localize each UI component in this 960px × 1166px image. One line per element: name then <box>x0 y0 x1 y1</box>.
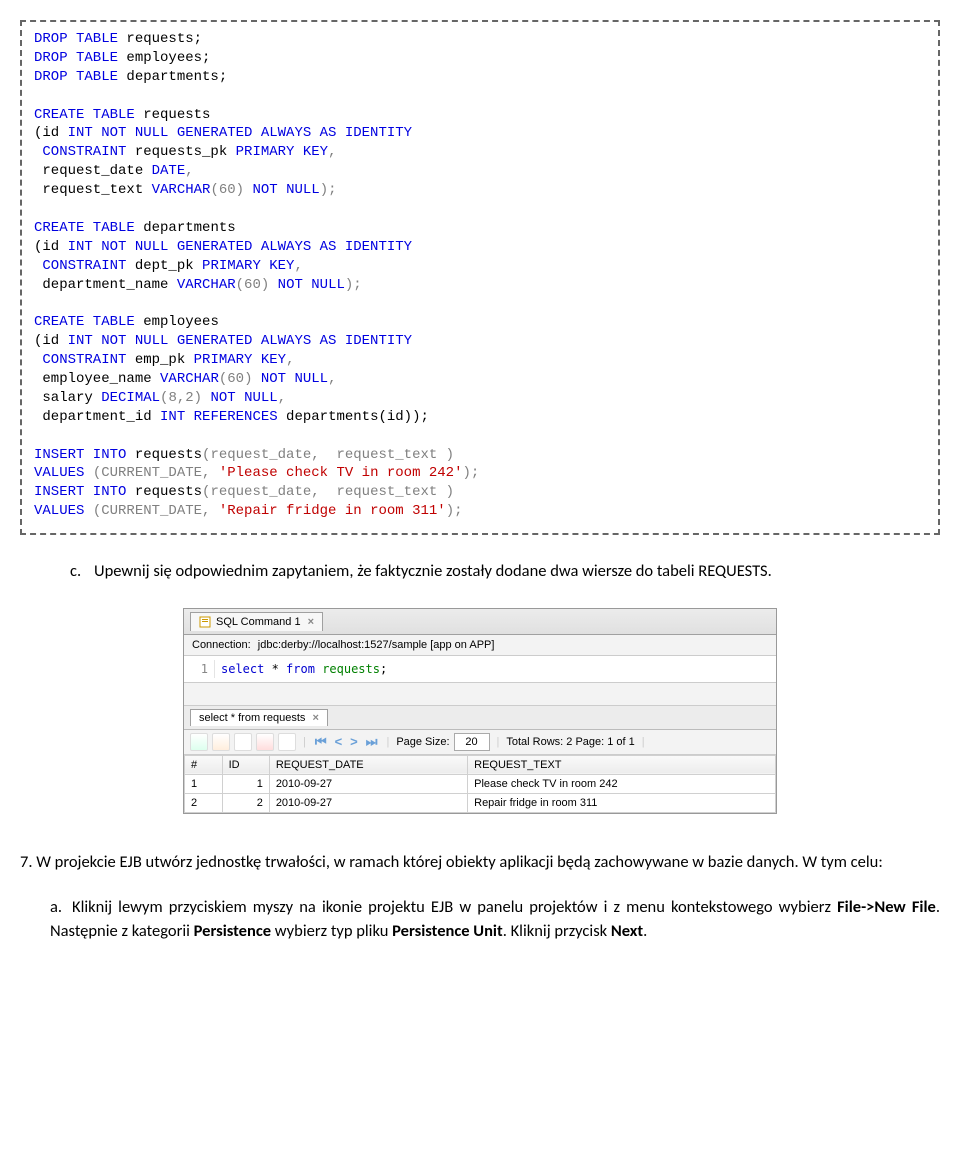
first-page-icon[interactable]: ⏮ <box>313 734 329 750</box>
sql-line: select * from requests; <box>215 660 776 678</box>
total-rows-label: Total Rows: 2 Page: 1 of 1 <box>506 736 634 748</box>
sql-code-block: DROP TABLE requests; DROP TABLE employee… <box>20 20 940 535</box>
results-table: # ID REQUEST_DATE REQUEST_TEXT 1 1 2010-… <box>184 755 776 813</box>
insert-row-icon[interactable] <box>190 733 208 751</box>
results-toolbar: | ⏮ < > ⏭ | Page Size: | Total Rows: 2 P… <box>184 730 776 755</box>
table-row[interactable]: 1 1 2010-09-27 Please check TV in room 2… <box>185 774 776 793</box>
line-gutter: 1 <box>184 660 215 678</box>
step-c-text: Upewnij się odpowiednim zapytaniem, że f… <box>94 561 772 581</box>
page-size-input[interactable] <box>454 733 490 751</box>
step-c-marker: c. <box>70 559 94 584</box>
next-page-icon[interactable]: > <box>348 734 360 749</box>
editor-spacer <box>184 683 776 706</box>
sql-editor[interactable]: 1 select * from requests; <box>184 656 776 683</box>
ide-tab-bar: SQL Command 1 × <box>184 609 776 635</box>
truncate-icon[interactable] <box>278 733 296 751</box>
ide-tab-label: SQL Command 1 <box>216 616 301 628</box>
last-page-icon[interactable]: ⏭ <box>364 734 380 750</box>
col-id[interactable]: ID <box>222 755 269 774</box>
step-7: 7. W projekcie EJB utwórz jednostkę trwa… <box>20 850 940 875</box>
delete-row-icon[interactable] <box>212 733 230 751</box>
table-header-row: # ID REQUEST_DATE REQUEST_TEXT <box>185 755 776 774</box>
cancel-icon[interactable] <box>256 733 274 751</box>
step-a-marker: a. <box>50 895 72 920</box>
close-icon[interactable]: × <box>312 712 318 724</box>
connection-label: Connection: <box>192 639 251 651</box>
col-request-text[interactable]: REQUEST_TEXT <box>468 755 776 774</box>
results-tab-bar: select * from requests × <box>184 706 776 730</box>
file-icon <box>199 616 211 628</box>
ide-window: SQL Command 1 × Connection: jdbc:derby:/… <box>183 608 777 814</box>
commit-icon[interactable] <box>234 733 252 751</box>
col-num[interactable]: # <box>185 755 223 774</box>
step-c: c.Upewnij się odpowiednim zapytaniem, że… <box>70 559 940 584</box>
ide-tab-sql-command[interactable]: SQL Command 1 × <box>190 612 323 631</box>
connection-value: jdbc:derby://localhost:1527/sample [app … <box>258 639 495 651</box>
close-icon[interactable]: × <box>308 616 314 628</box>
table-row[interactable]: 2 2 2010-09-27 Repair fridge in room 311 <box>185 793 776 812</box>
step-7a: a.Kliknij lewym przyciskiem myszy na iko… <box>50 895 940 945</box>
prev-page-icon[interactable]: < <box>333 734 345 749</box>
results-tab[interactable]: select * from requests × <box>190 709 328 726</box>
page-size-label: Page Size: <box>396 736 449 748</box>
col-request-date[interactable]: REQUEST_DATE <box>269 755 467 774</box>
connection-bar: Connection: jdbc:derby://localhost:1527/… <box>184 635 776 656</box>
